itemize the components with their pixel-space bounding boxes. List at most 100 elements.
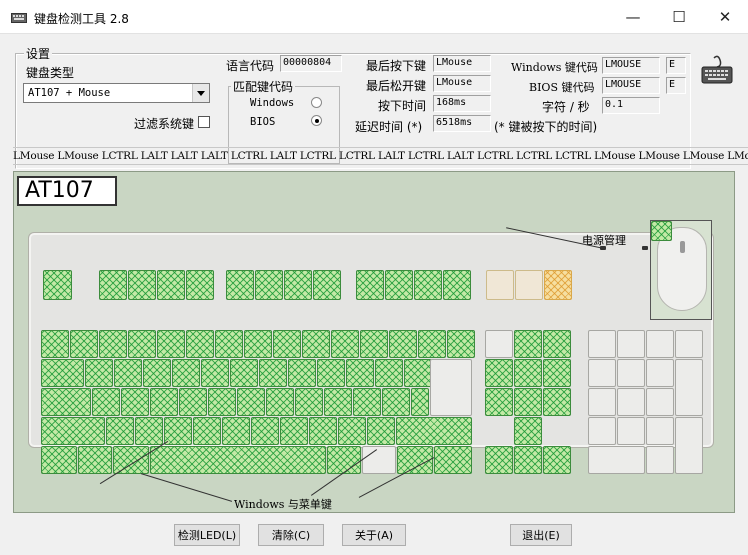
letter-key (222, 417, 250, 445)
function-key (414, 270, 442, 300)
function-key (443, 270, 471, 300)
exit-button[interactable]: 退出(E) (510, 524, 572, 546)
windows-keycode-hex-field: E (666, 57, 686, 74)
letter-key (404, 359, 432, 387)
function-key (356, 270, 384, 300)
caps-lock-key (41, 388, 91, 416)
chars-per-sec-label: 字符 / 秒 (542, 100, 590, 114)
arrow-up-key (514, 417, 542, 445)
last-pressed-label: 最后按下键 (366, 59, 427, 73)
letter-key (346, 359, 374, 387)
chevron-down-icon[interactable] (192, 84, 209, 102)
log-entry: LCTRL (338, 150, 375, 162)
last-released-label: 最后松开键 (366, 79, 427, 93)
function-key (157, 270, 185, 300)
letter-key (150, 388, 178, 416)
press-time-field: 168ms (433, 95, 491, 112)
log-entry: LMouse (682, 150, 725, 162)
number-row-key (157, 330, 185, 358)
number-row-key (186, 330, 214, 358)
function-key (385, 270, 413, 300)
letter-key (179, 388, 207, 416)
letter-key (375, 359, 403, 387)
number-row-key (331, 330, 359, 358)
log-entry: LALT (140, 150, 168, 162)
about-button[interactable]: 关于(A) (342, 524, 406, 546)
chars-per-sec-field: 0.1 (602, 97, 660, 114)
close-button[interactable]: ✕ (702, 0, 748, 34)
windows-keycode-label: Windows 键代码 (511, 61, 598, 74)
navigation-key (543, 330, 571, 358)
navigation-key (514, 359, 542, 387)
letter-key (280, 417, 308, 445)
numpad-plus-key (675, 359, 703, 416)
minimize-button[interactable]: — (610, 0, 656, 34)
log-entry: LALT (200, 150, 228, 162)
letter-key (208, 388, 236, 416)
letter-key (237, 388, 265, 416)
keyboard-model-badge: AT107 (17, 176, 117, 206)
keyboard-type-value: AT107 + Mouse (28, 87, 111, 99)
filter-system-keys-checkbox[interactable] (198, 116, 210, 128)
navigation-key (485, 388, 513, 416)
client-area: 设置 键盘类型 AT107 + Mouse 过滤系统键 语言代码 0000080… (0, 34, 748, 555)
clear-button[interactable]: 清除(C) (258, 524, 324, 546)
numpad-key (617, 417, 645, 445)
keyboard-icon (701, 55, 733, 84)
numpad-key (588, 417, 616, 445)
log-entry: LMouse (594, 150, 636, 162)
number-row-key (215, 330, 243, 358)
log-entry: LALT (377, 150, 405, 162)
filter-system-keys-label: 过滤系统键 (134, 117, 195, 131)
right-shift-key (396, 417, 472, 445)
enter-key (430, 359, 472, 416)
match-windows-label: Windows (250, 97, 295, 109)
maximize-button[interactable]: ☐ (656, 0, 702, 34)
letter-key (317, 359, 345, 387)
power-key (486, 270, 514, 300)
function-key (186, 270, 214, 300)
log-entry: LMouse (727, 150, 748, 162)
letter-key (295, 388, 323, 416)
navigation-key (485, 359, 513, 387)
letter-key (193, 417, 221, 445)
log-entry: LCTRL (408, 150, 444, 162)
log-entry: LALT (269, 150, 297, 162)
number-row-key (244, 330, 272, 358)
number-row-key (418, 330, 446, 358)
log-entry: LCTRL (477, 150, 513, 162)
arrow-key (514, 446, 542, 474)
detect-led-button[interactable]: 检测LED(L) (174, 524, 240, 546)
language-code-field: 00000804 (280, 55, 342, 72)
letter-key (92, 388, 120, 416)
caps-lock-led (642, 246, 648, 250)
settings-group-label: 设置 (24, 45, 53, 62)
match-keycode-label: 匹配键代码 (231, 78, 296, 95)
log-entry: LCTRL (299, 150, 336, 162)
tab-key (41, 359, 84, 387)
numpad-key (646, 330, 674, 358)
log-entry: LALT (170, 150, 198, 162)
keyboard-app-icon (11, 13, 27, 23)
letter-key (201, 359, 229, 387)
log-entry: LCTRL (516, 150, 552, 162)
numpad-zero-key (588, 446, 645, 474)
number-row-key (41, 330, 69, 358)
number-row-key (389, 330, 417, 358)
letter-key (309, 417, 337, 445)
letter-key (251, 417, 279, 445)
number-row-key (302, 330, 330, 358)
match-bios-radio[interactable] (311, 115, 322, 126)
windows-keycode-field: LMOUSE (602, 57, 660, 74)
last-pressed-field: LMouse (433, 55, 491, 72)
number-row-key (360, 330, 388, 358)
bios-keycode-field: LMOUSE (602, 77, 660, 94)
left-alt-key (113, 446, 149, 474)
match-windows-radio[interactable] (311, 97, 322, 108)
numpad-key (646, 417, 674, 445)
log-entry: LMouse (638, 150, 680, 162)
letter-key (338, 417, 366, 445)
arrow-key (485, 446, 513, 474)
last-released-field: LMouse (433, 75, 491, 92)
keyboard-type-select[interactable]: AT107 + Mouse (23, 83, 210, 103)
